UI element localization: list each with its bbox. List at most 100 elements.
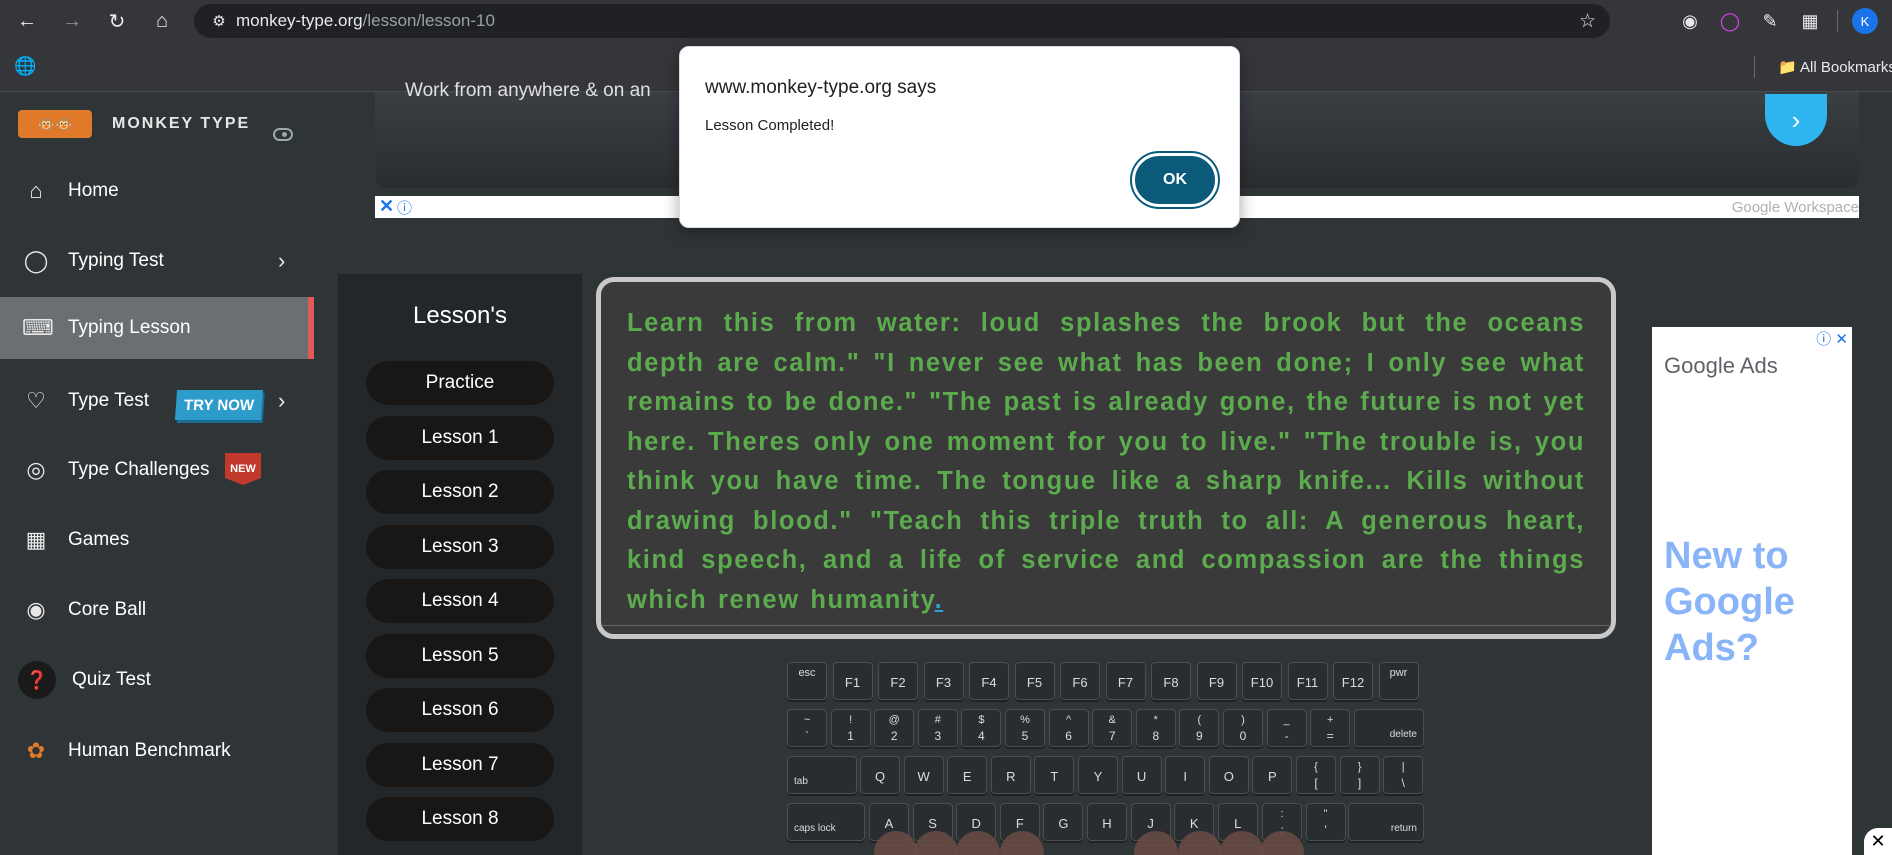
- address-bar[interactable]: ⚙ monkey-type.org/lesson/lesson-10 ☆: [194, 4, 1610, 38]
- key-y[interactable]: Y: [1078, 756, 1118, 794]
- sidebar-item-core-ball[interactable]: ◉ Core Ball: [0, 579, 314, 641]
- camera-icon[interactable]: ◉: [1677, 8, 1703, 34]
- profile-avatar[interactable]: K: [1852, 8, 1878, 34]
- right-ad[interactable]: ⓘ ✕ Google Ads New to Google Ads?: [1652, 327, 1852, 855]
- sidebar-item-human-benchmark[interactable]: ✿ Human Benchmark: [0, 720, 314, 782]
- sidebar-item-typing-lesson[interactable]: ⌨ Typing Lesson: [0, 297, 314, 359]
- key-f8[interactable]: F8: [1151, 662, 1191, 700]
- key-symbol[interactable]: | \: [1383, 756, 1424, 794]
- key-f11[interactable]: F11: [1287, 662, 1328, 700]
- key-pwr[interactable]: pwr: [1378, 662, 1419, 700]
- key--[interactable]: _ -: [1266, 709, 1307, 747]
- key-f1[interactable]: F1: [832, 662, 873, 700]
- key-return[interactable]: return: [1348, 803, 1424, 841]
- bookmark-star-icon[interactable]: ☆: [1579, 10, 1596, 33]
- key-1[interactable]: ! 1: [830, 709, 871, 747]
- lesson-4-button[interactable]: Lesson 4: [366, 579, 554, 623]
- key-w[interactable]: W: [903, 756, 944, 794]
- finger: [1134, 831, 1178, 855]
- key-tab[interactable]: tab: [787, 756, 857, 794]
- key-delete[interactable]: delete: [1354, 709, 1424, 747]
- lesson-1-button[interactable]: Lesson 1: [366, 416, 554, 460]
- color-wheel-icon[interactable]: ◯: [1717, 8, 1743, 34]
- url-text[interactable]: monkey-type.org/lesson/lesson-10: [236, 11, 495, 31]
- key-t[interactable]: T: [1034, 756, 1075, 794]
- close-icon[interactable]: ✕: [1864, 828, 1892, 855]
- key-label: R: [1006, 769, 1016, 784]
- chevron-right-icon[interactable]: ›: [278, 388, 285, 414]
- key-f7[interactable]: F7: [1105, 662, 1146, 700]
- key-f9[interactable]: F9: [1196, 662, 1237, 700]
- key-3[interactable]: #3: [917, 709, 958, 747]
- key-u[interactable]: U: [1121, 756, 1162, 794]
- forward-button[interactable]: →: [53, 2, 91, 40]
- key-label: ^: [1066, 714, 1072, 726]
- key-i[interactable]: I: [1165, 756, 1206, 794]
- lesson-practice-button[interactable]: Practice: [366, 361, 554, 405]
- key-caps-lock[interactable]: caps lock: [787, 803, 865, 841]
- text-cursor: .: [934, 585, 944, 614]
- site-info-icon[interactable]: ⚙: [202, 12, 236, 30]
- chevron-right-icon[interactable]: ›: [278, 248, 285, 274]
- key-=[interactable]: + =: [1310, 709, 1351, 747]
- ok-button[interactable]: OK: [1132, 153, 1218, 207]
- key-5[interactable]: % 5: [1005, 709, 1045, 747]
- key-f12[interactable]: F12: [1333, 662, 1373, 700]
- key-0[interactable]: ) 0: [1223, 709, 1263, 747]
- close-icon[interactable]: ✕: [379, 196, 394, 217]
- home-button[interactable]: ⌂: [143, 2, 181, 40]
- key-2[interactable]: @2: [874, 709, 915, 747]
- key-f3[interactable]: F3: [923, 662, 964, 700]
- lesson-8-button[interactable]: Lesson 8: [366, 797, 554, 841]
- info-icon[interactable]: ⓘ: [397, 197, 412, 218]
- all-bookmarks[interactable]: 📁 All Bookmarks: [1778, 58, 1892, 76]
- hands-overlay: [864, 818, 1344, 855]
- back-button[interactable]: ←: [8, 2, 46, 40]
- alert-dialog: www.monkey-type.org says Lesson Complete…: [679, 46, 1240, 228]
- ad-controls-icon[interactable]: ⓘ ✕: [1816, 328, 1848, 349]
- key-f4[interactable]: F4: [969, 662, 1009, 700]
- sidebar-item-type-challenges[interactable]: ◎ Type Challenges NEW: [0, 439, 314, 501]
- key-r[interactable]: R: [990, 756, 1031, 794]
- sidebar-item-home[interactable]: [0, 92, 314, 154]
- lesson-7-button[interactable]: Lesson 7: [366, 743, 554, 787]
- key-o[interactable]: O: [1208, 756, 1249, 794]
- lessons-title: Lesson's: [413, 302, 507, 329]
- key-7[interactable]: & 7: [1092, 709, 1133, 747]
- sidebar-item-home[interactable]: ⌂ Home: [0, 160, 314, 222]
- extensions-icon[interactable]: ▦: [1797, 8, 1823, 34]
- key-esc[interactable]: esc: [787, 662, 827, 700]
- arrow-right-icon[interactable]: ›: [1765, 94, 1827, 146]
- key-6[interactable]: ^ 6: [1048, 709, 1089, 747]
- reload-button[interactable]: ↻: [98, 2, 136, 40]
- key-f10[interactable]: F10: [1242, 662, 1282, 700]
- key-8[interactable]: * 8: [1135, 709, 1176, 747]
- sidebar-item-quiz-test[interactable]: ❓ Quiz Test: [0, 649, 314, 711]
- key-e[interactable]: E: [947, 756, 988, 794]
- key-f6[interactable]: F6: [1060, 662, 1100, 700]
- key-f5[interactable]: F5: [1014, 662, 1055, 700]
- sidebar-item-typing-test[interactable]: ◯ Typing Test ›: [0, 230, 314, 292]
- globe-icon[interactable]: 🌐: [14, 56, 36, 77]
- lesson-6-button[interactable]: Lesson 6: [366, 688, 554, 732]
- key-symbol[interactable]: {[: [1296, 756, 1336, 794]
- key-label: 0: [1239, 729, 1247, 743]
- try-now-badge[interactable]: TRY NOW: [174, 390, 264, 420]
- key-f2[interactable]: F2: [878, 662, 918, 700]
- sidebar-item-label: Quiz Test: [72, 669, 151, 690]
- ad-headline: New to Google Ads?: [1664, 535, 1795, 669]
- sidebar-item-games[interactable]: ▦ Games: [0, 509, 314, 571]
- lesson-2-button[interactable]: Lesson 2: [366, 470, 554, 514]
- key-`[interactable]: ~ `: [787, 709, 827, 747]
- lesson-text-box[interactable]: Learn this from water: loud splashes the…: [596, 277, 1616, 639]
- key-symbol[interactable]: }]: [1339, 756, 1380, 794]
- lesson-5-button[interactable]: Lesson 5: [366, 634, 554, 678]
- key-4[interactable]: $4: [961, 709, 1002, 747]
- key-9[interactable]: (9: [1179, 709, 1220, 747]
- lesson-3-button[interactable]: Lesson 3: [366, 525, 554, 569]
- key-p[interactable]: P: [1252, 756, 1293, 794]
- key-label: return: [1390, 823, 1417, 834]
- eyedropper-icon[interactable]: ✎: [1757, 8, 1783, 34]
- sidebar-item-type-test[interactable]: ♡ Type Test TRY NOW ›: [0, 370, 314, 432]
- key-q[interactable]: Q: [860, 756, 900, 794]
